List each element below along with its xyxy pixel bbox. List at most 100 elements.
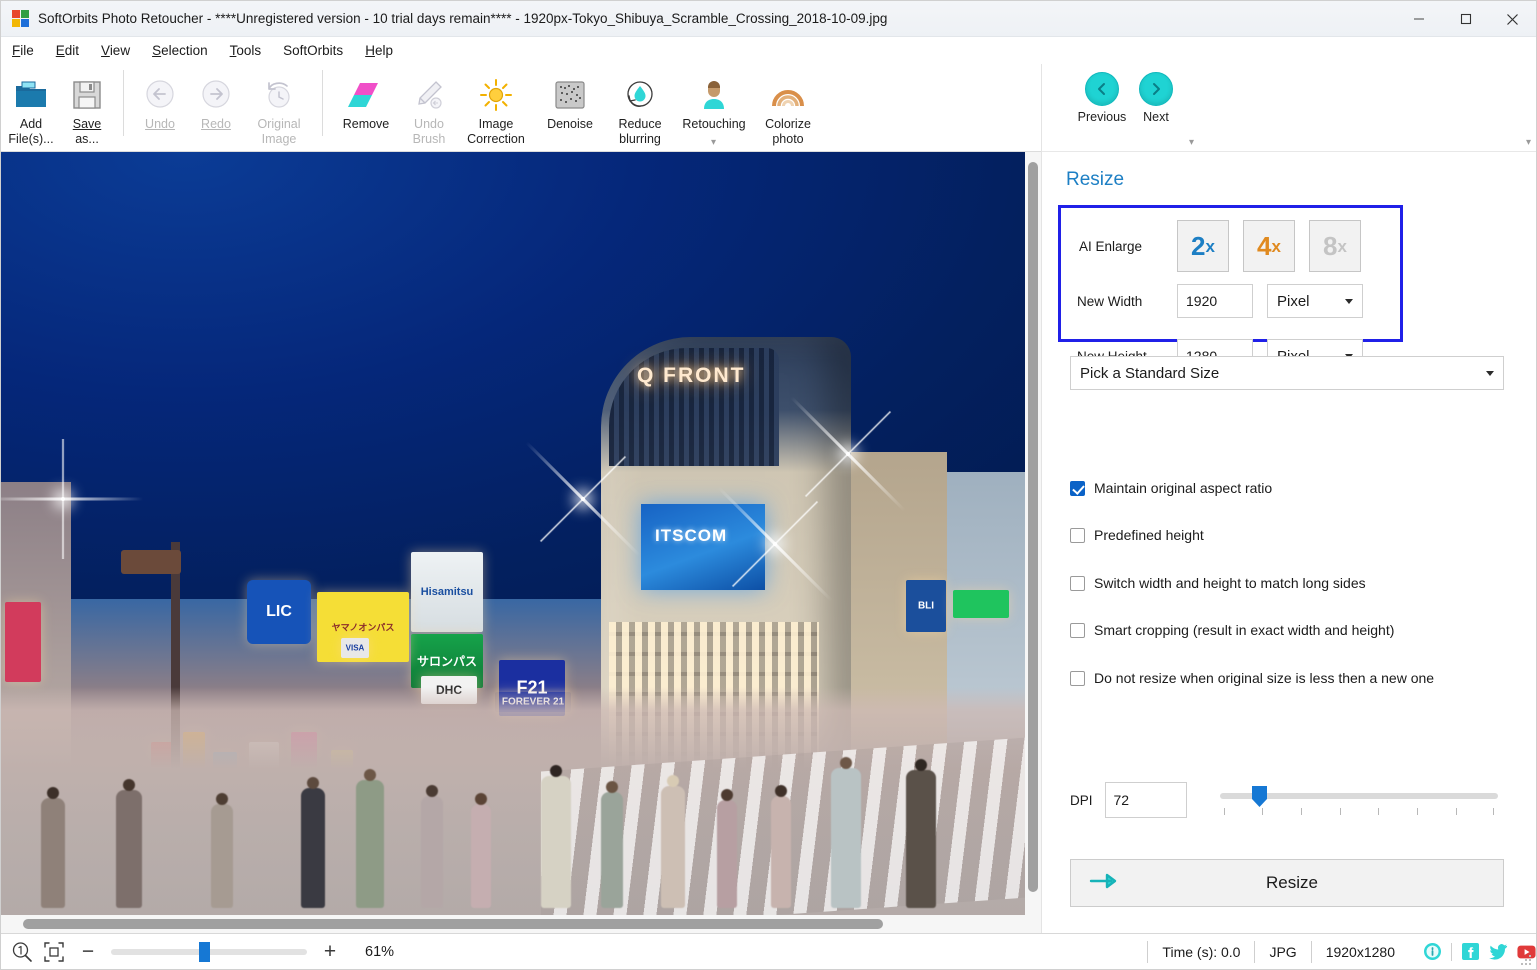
- denoise-label: Denoise: [547, 117, 593, 131]
- checkbox-smart-cropping-box[interactable]: [1070, 623, 1085, 638]
- remove-button[interactable]: Remove: [331, 70, 401, 150]
- menu-tools[interactable]: Tools: [219, 40, 273, 61]
- status-bar: − + 61% Time (s): 0.0 JPG 1920x1280: [1, 933, 1536, 969]
- title-bar: SoftOrbits Photo Retoucher - ****Unregis…: [1, 1, 1536, 37]
- zoom-slider[interactable]: [111, 949, 307, 955]
- fit-to-screen-icon[interactable]: [41, 939, 67, 965]
- menu-help[interactable]: Help: [354, 40, 404, 61]
- info-icon[interactable]: [1423, 942, 1442, 961]
- zoom-out-button[interactable]: −: [75, 941, 101, 962]
- original-image-button[interactable]: Original Image: [244, 70, 314, 150]
- image-canvas-area[interactable]: BLI Q FRONT ITSCOM Hisamitsu サロンパス LIC ヤ…: [1, 152, 1041, 933]
- redo-arrow-icon: [199, 75, 233, 115]
- photo-person: [717, 800, 737, 908]
- colorize-photo-label-2: photo: [772, 132, 803, 146]
- checkbox-maintain-aspect-ratio[interactable]: Maintain original aspect ratio: [1070, 480, 1272, 496]
- image-horizontal-scrollbar[interactable]: [1, 915, 1041, 933]
- photo-flare-4: [61, 497, 65, 501]
- ribbon-separator-1: [123, 70, 124, 136]
- zoom-in-button[interactable]: +: [317, 941, 343, 962]
- window-title: SoftOrbits Photo Retoucher - ****Unregis…: [38, 11, 887, 26]
- checkbox-predefined-height[interactable]: Predefined height: [1070, 527, 1204, 543]
- open-folder-icon: [13, 75, 49, 115]
- minimize-button[interactable]: [1395, 1, 1442, 37]
- checkbox-switch-width-height[interactable]: Switch width and height to match long si…: [1070, 575, 1366, 591]
- dpi-slider-thumb[interactable]: [1252, 786, 1267, 807]
- dpi-slider[interactable]: [1220, 782, 1498, 822]
- maximize-button[interactable]: [1442, 1, 1489, 37]
- previous-button[interactable]: Previous: [1074, 72, 1130, 124]
- nav-expand-glyph-right[interactable]: ▾: [1526, 137, 1531, 148]
- redo-label: Redo: [201, 117, 231, 131]
- chevron-down-icon: [1486, 371, 1494, 376]
- reduce-blurring-button[interactable]: Reduce blurring: [605, 70, 675, 150]
- menu-file[interactable]: FFileile: [1, 40, 45, 61]
- image-correction-label-2: Correction: [467, 132, 525, 146]
- nav-expand-glyph[interactable]: ▾: [1189, 137, 1194, 148]
- photo-sign-green: [953, 590, 1009, 618]
- retouching-label: Retouching: [682, 117, 745, 131]
- original-image-label-2: Image: [262, 132, 297, 146]
- save-as-label-2: as...: [75, 132, 99, 146]
- facebook-icon[interactable]: [1461, 942, 1480, 961]
- image-horizontal-scroll-thumb[interactable]: [23, 919, 883, 929]
- ai-enlarge-2x-button[interactable]: 2x: [1177, 220, 1229, 272]
- menu-selection[interactable]: Selection: [141, 40, 219, 61]
- photo-crowd: [1, 687, 1025, 922]
- resize-grip[interactable]: [1520, 954, 1532, 966]
- new-width-unit-select[interactable]: Pixel: [1267, 284, 1363, 318]
- image-vertical-scroll-thumb[interactable]: [1028, 162, 1038, 892]
- colorize-photo-button[interactable]: Colorize photo: [753, 70, 823, 150]
- close-button[interactable]: [1489, 1, 1536, 37]
- redo-button[interactable]: Redo: [188, 70, 244, 150]
- checkbox-do-not-resize-box[interactable]: [1070, 671, 1085, 686]
- checkbox-do-not-resize[interactable]: Do not resize when original size is less…: [1070, 670, 1434, 686]
- next-button[interactable]: Next: [1128, 72, 1184, 124]
- dpi-input[interactable]: 72: [1105, 782, 1187, 818]
- ribbon-group-history: Undo Redo: [130, 64, 316, 152]
- checkbox-predefined-height-box[interactable]: [1070, 528, 1085, 543]
- checkbox-do-not-resize-label: Do not resize when original size is less…: [1094, 670, 1434, 686]
- standard-size-value: Pick a Standard Size: [1080, 365, 1219, 382]
- new-width-input[interactable]: 1920: [1177, 284, 1253, 318]
- image-correction-button[interactable]: Image Correction: [457, 70, 535, 150]
- ai-enlarge-8x-button[interactable]: 8x: [1309, 220, 1361, 272]
- undo-brush-button[interactable]: Undo Brush: [401, 70, 457, 150]
- app-logo-icon: [12, 10, 29, 27]
- checkbox-maintain-aspect-ratio-box[interactable]: [1070, 481, 1085, 496]
- chevron-right-icon: [1139, 72, 1173, 106]
- checkbox-smart-cropping[interactable]: Smart cropping (result in exact width an…: [1070, 622, 1394, 638]
- ai-enlarge-label: AI Enlarge: [1079, 239, 1165, 254]
- ai-enlarge-4x-big: 4: [1257, 233, 1271, 259]
- zoom-controls: − + 61%: [1, 934, 394, 970]
- ribbon-expand-glyph[interactable]: ▾: [711, 137, 716, 148]
- twitter-icon[interactable]: [1489, 942, 1508, 961]
- photo-person: [906, 770, 936, 908]
- zoom-slider-thumb[interactable]: [199, 942, 210, 962]
- resize-button[interactable]: Resize: [1070, 859, 1504, 907]
- photo-person: [541, 776, 571, 908]
- photo-person: [301, 788, 325, 908]
- photo-person: [471, 804, 491, 908]
- save-as-button[interactable]: Save as...: [59, 70, 115, 150]
- brush-icon: [412, 75, 446, 115]
- menu-edit[interactable]: Edit: [45, 40, 90, 61]
- droplet-refresh-icon: [623, 75, 657, 115]
- zoom-actual-size-icon[interactable]: [9, 939, 35, 965]
- photo-person: [421, 796, 443, 908]
- undo-button[interactable]: Undo: [132, 70, 188, 150]
- menu-view[interactable]: View: [90, 40, 141, 61]
- dpi-label: DPI: [1070, 793, 1093, 808]
- ai-enlarge-4x-button[interactable]: 4x: [1243, 220, 1295, 272]
- denoise-button[interactable]: Denoise: [535, 70, 605, 150]
- photo-person: [601, 792, 623, 908]
- menu-bar: FFileile Edit View Selection Tools SoftO…: [1, 37, 1536, 64]
- menu-softorbits[interactable]: SoftOrbits: [272, 40, 354, 61]
- add-files-button[interactable]: Add File(s)...: [3, 70, 59, 150]
- ai-enlarge-row: AI Enlarge 2x 4x 8x: [1079, 220, 1361, 272]
- ai-enlarge-2x-sm: x: [1206, 238, 1215, 255]
- image-vertical-scrollbar[interactable]: [1025, 152, 1041, 933]
- checkbox-switch-width-height-box[interactable]: [1070, 576, 1085, 591]
- standard-size-select[interactable]: Pick a Standard Size: [1070, 356, 1504, 390]
- photo-preview[interactable]: BLI Q FRONT ITSCOM Hisamitsu サロンパス LIC ヤ…: [1, 152, 1025, 922]
